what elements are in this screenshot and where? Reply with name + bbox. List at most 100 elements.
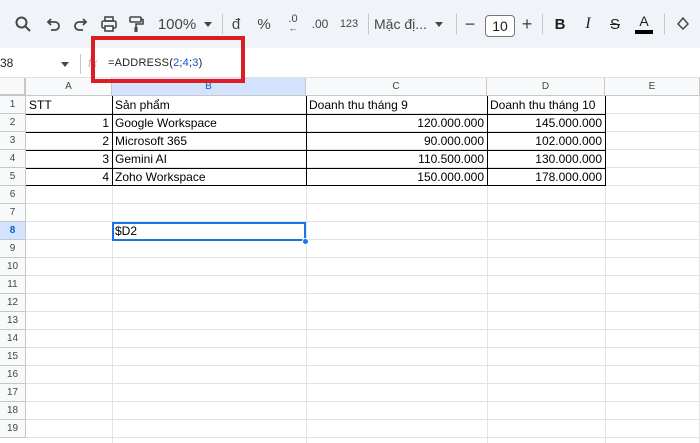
- decrease-font-size-button[interactable]: −: [460, 12, 480, 36]
- chevron-down-icon[interactable]: [61, 62, 69, 67]
- table-cell[interactable]: 130.000.000: [487, 150, 605, 168]
- toolbar-divider: [542, 14, 543, 34]
- row-header-11[interactable]: 11: [0, 276, 26, 294]
- select-all-corner[interactable]: [0, 78, 26, 96]
- paint-format-icon[interactable]: [125, 12, 147, 36]
- chevron-down-icon: [204, 21, 213, 27]
- table-cell[interactable]: 178.000.000: [487, 168, 605, 186]
- row-header-18[interactable]: 18: [0, 402, 26, 420]
- formula-highlight-box: [91, 36, 245, 83]
- zoom-select[interactable]: 100%: [156, 12, 214, 36]
- column-header-d[interactable]: D: [487, 78, 605, 96]
- toolbar-divider: [664, 14, 665, 34]
- increase-decimal-button[interactable]: .00: [309, 12, 331, 36]
- table-cell[interactable]: 150.000.000: [306, 168, 487, 186]
- row-header-15[interactable]: 15: [0, 348, 26, 366]
- strikethrough-icon: S: [609, 15, 620, 33]
- gridline: [26, 347, 700, 348]
- row-header-7[interactable]: 7: [0, 204, 26, 222]
- column-header-e[interactable]: E: [605, 78, 700, 96]
- header-cell-revenue-sep[interactable]: Doanh thu tháng 9: [306, 96, 487, 114]
- percent-symbol: %: [257, 15, 271, 33]
- decimal-increase-label: .00: [311, 17, 329, 31]
- plus-icon: +: [521, 13, 533, 34]
- format-123-label: 123: [339, 18, 359, 30]
- gridline: [26, 311, 700, 312]
- table-cell[interactable]: 110.500.000: [306, 150, 487, 168]
- table-cell[interactable]: 120.000.000: [306, 114, 487, 132]
- row-header-16[interactable]: 16: [0, 366, 26, 384]
- table-cell[interactable]: 145.000.000: [487, 114, 605, 132]
- gridline: [26, 329, 700, 330]
- gridline: [26, 203, 700, 204]
- row-header-3[interactable]: 3: [0, 132, 26, 150]
- chevron-down-icon: [434, 21, 443, 27]
- header-cell-revenue-oct[interactable]: Doanh thu tháng 10: [487, 96, 605, 114]
- row-header-6[interactable]: 6: [0, 186, 26, 204]
- row-header-19[interactable]: 19: [0, 420, 26, 438]
- font-size-input[interactable]: 10: [485, 15, 515, 37]
- percent-format-button[interactable]: %: [255, 12, 273, 36]
- name-box[interactable]: 38: [0, 56, 13, 70]
- more-formats-button[interactable]: 123: [338, 12, 360, 36]
- toolbar-divider: [368, 14, 369, 34]
- toolbar-divider: [456, 14, 457, 34]
- gridline: [26, 293, 700, 294]
- gridline: [26, 419, 700, 420]
- font-family-select[interactable]: Mặc đị...: [374, 12, 464, 36]
- text-color-icon: A: [639, 13, 649, 29]
- column-header-c[interactable]: C: [306, 78, 487, 96]
- gridline: [26, 401, 700, 402]
- search-icon[interactable]: [12, 12, 34, 36]
- bold-button[interactable]: B: [550, 12, 570, 36]
- fill-handle[interactable]: [302, 238, 309, 245]
- text-color-button[interactable]: A: [633, 12, 655, 36]
- spreadsheet-grid[interactable]: A B C D E 1 2 3 4 5 6 7 8 9 10 11 12 13 14 15 16 17 18 19 …: [0, 78, 700, 443]
- italic-icon: I: [585, 15, 591, 32]
- row-header-5[interactable]: 5: [0, 168, 26, 186]
- table-cell[interactable]: 90.000.000: [306, 132, 487, 150]
- table-cell[interactable]: 2: [26, 132, 112, 150]
- strikethrough-button[interactable]: S: [605, 12, 625, 36]
- fill-color-button[interactable]: [672, 12, 694, 36]
- active-cell-outline: [112, 222, 306, 241]
- header-cell-stt[interactable]: STT: [26, 96, 112, 114]
- bold-icon: B: [554, 15, 566, 33]
- row-header-17[interactable]: 17: [0, 384, 26, 402]
- redo-icon[interactable]: [70, 12, 92, 36]
- row-header-4[interactable]: 4: [0, 150, 26, 168]
- row-header-13[interactable]: 13: [0, 312, 26, 330]
- table-cell[interactable]: Zoho Workspace: [112, 168, 306, 186]
- row-header-9[interactable]: 9: [0, 240, 26, 258]
- table-cell[interactable]: Gemini AI: [112, 150, 306, 168]
- arrow-left-icon: ←: [288, 23, 298, 33]
- table-cell[interactable]: 3: [26, 150, 112, 168]
- table-cell[interactable]: 4: [26, 168, 112, 186]
- header-cell-product[interactable]: Sản phẩm: [112, 96, 306, 114]
- table-cell[interactable]: Google Workspace: [112, 114, 306, 132]
- zoom-value: 100%: [157, 15, 197, 33]
- row-header-8[interactable]: 8: [0, 222, 26, 240]
- gridline: [26, 383, 700, 384]
- font-family-value: Mặc đị...: [374, 16, 427, 32]
- row-header-10[interactable]: 10: [0, 258, 26, 276]
- gridline: [26, 257, 700, 258]
- formula-bar-divider: [80, 54, 81, 74]
- gridline: [26, 275, 700, 276]
- currency-symbol: đ: [231, 15, 241, 33]
- currency-format-button[interactable]: đ: [228, 12, 244, 36]
- row-header-2[interactable]: 2: [0, 114, 26, 132]
- toolbar-divider: [222, 14, 223, 34]
- italic-button[interactable]: I: [578, 12, 598, 36]
- row-header-1[interactable]: 1: [0, 96, 26, 114]
- table-cell[interactable]: 102.000.000: [487, 132, 605, 150]
- print-icon[interactable]: [98, 12, 120, 36]
- minus-icon: −: [464, 13, 476, 34]
- increase-font-size-button[interactable]: +: [517, 12, 537, 36]
- table-cell[interactable]: 1: [26, 114, 112, 132]
- table-cell[interactable]: Microsoft 365: [112, 132, 306, 150]
- decrease-decimal-button[interactable]: .0 ←: [284, 12, 302, 36]
- row-header-14[interactable]: 14: [0, 330, 26, 348]
- undo-icon[interactable]: [42, 12, 64, 36]
- row-header-12[interactable]: 12: [0, 294, 26, 312]
